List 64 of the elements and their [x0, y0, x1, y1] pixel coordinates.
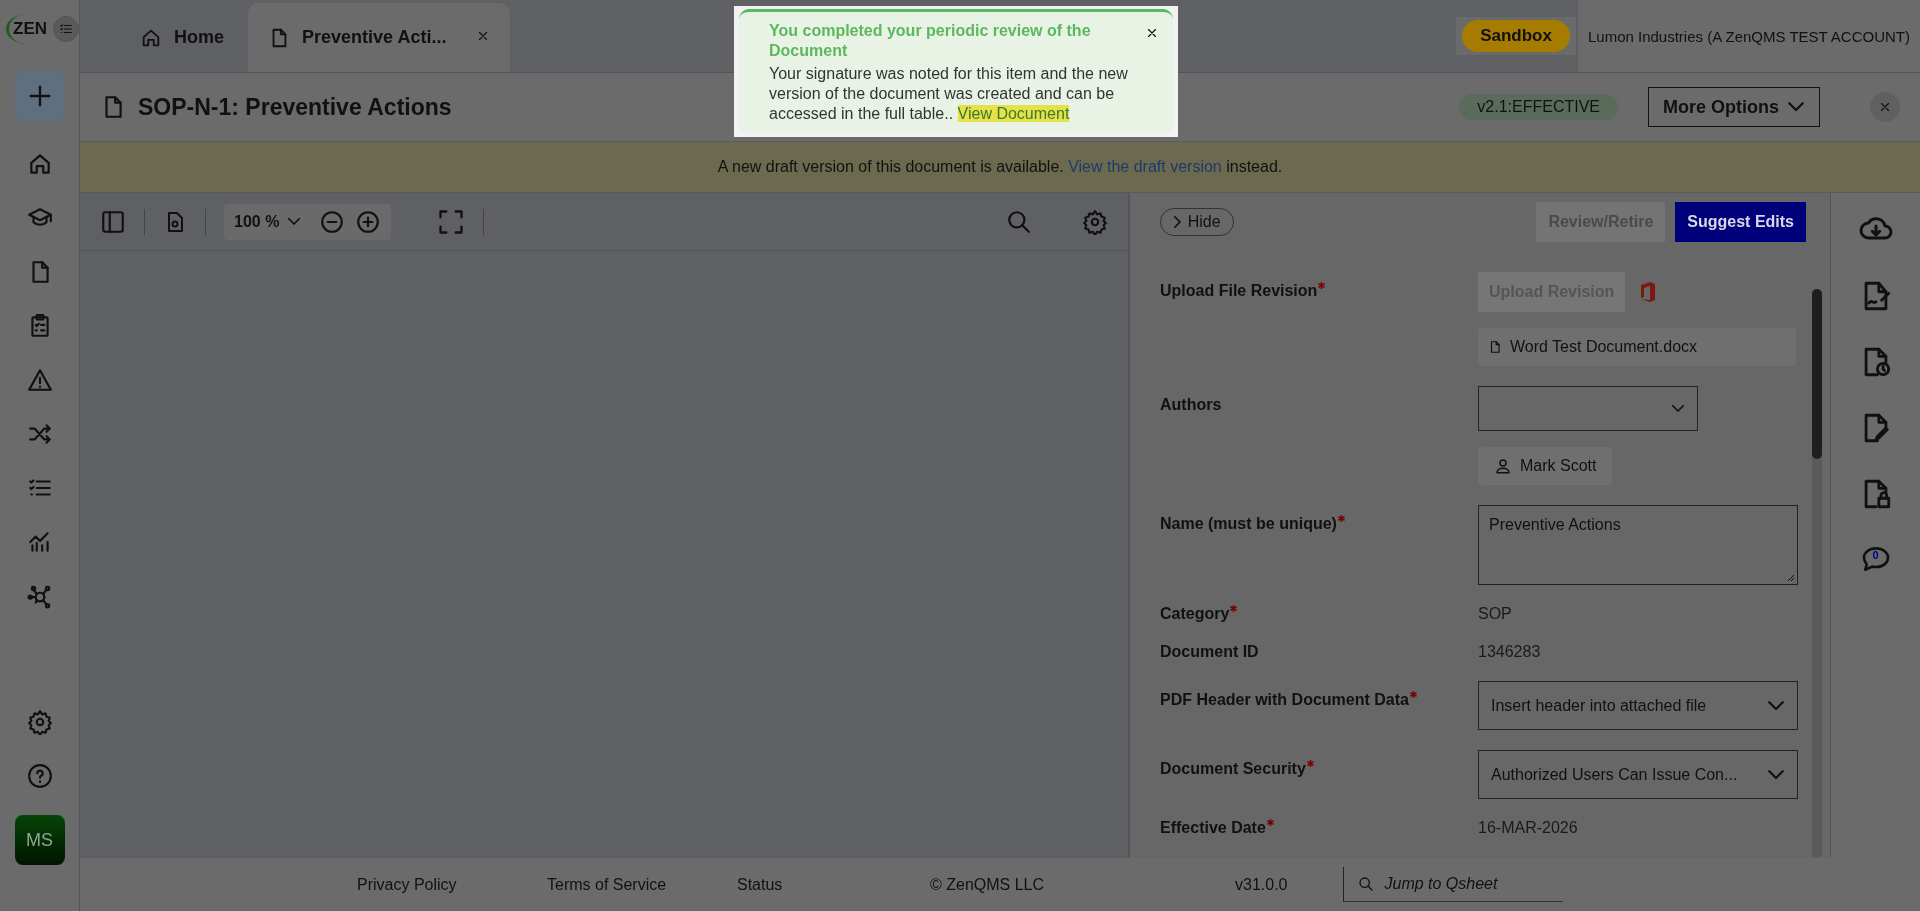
logo[interactable]: ZEN	[6, 14, 47, 44]
comment-count: 0	[1871, 549, 1880, 561]
help-icon[interactable]	[26, 763, 53, 789]
copyright: © ZenQMS LLC	[930, 875, 1046, 894]
chevron-down-icon	[1671, 404, 1685, 413]
menu-button[interactable]	[53, 16, 79, 42]
warning-icon[interactable]	[26, 367, 53, 393]
footer-link[interactable]: Terms of Service	[547, 875, 737, 894]
draft-notice: A new draft version of this document is available. View the draft version instead.	[717, 158, 1283, 176]
chevron-down-icon	[287, 217, 302, 226]
field-label: Document ID	[1160, 643, 1260, 661]
field-label: Document Security	[1160, 750, 1478, 799]
status-badge: v2.1:EFFECTIVE	[1459, 94, 1618, 120]
network-hub-icon[interactable]	[26, 583, 53, 609]
shuffle-icon[interactable]	[26, 421, 53, 447]
dropdown-field[interactable]: Insert header into attached file	[1478, 681, 1798, 730]
field-value: 16-MAR-2026	[1478, 819, 1578, 837]
file-icon	[1488, 340, 1502, 354]
toast-title: You completed your periodic review of the Document	[769, 21, 1092, 61]
attached-file[interactable]: Word Test Document.docx	[1478, 328, 1796, 366]
field-value: SOP	[1478, 605, 1512, 623]
settings-icon[interactable]	[26, 709, 53, 735]
action-button[interactable]: Suggest Edits	[1675, 201, 1806, 242]
user-avatar[interactable]: MS	[14, 815, 65, 865]
sidebar-toggle-icon[interactable]	[100, 208, 126, 235]
footer-link[interactable]: Status	[737, 875, 930, 894]
resize-grip-icon[interactable]	[1787, 574, 1795, 582]
office-icon	[1639, 281, 1658, 303]
environment-badge: Sandbox	[1462, 20, 1570, 52]
chevron-down-icon	[1767, 699, 1785, 712]
authors-select[interactable]	[1478, 386, 1698, 431]
zoom-out-icon[interactable]	[319, 208, 346, 235]
create-button[interactable]	[14, 71, 65, 121]
field-label: Upload File Revision	[1160, 272, 1478, 366]
close-button[interactable]	[1145, 26, 1159, 40]
chevron-right-icon	[1173, 214, 1182, 229]
zoom-in-icon[interactable]	[355, 208, 382, 235]
settings-icon[interactable]	[1082, 208, 1108, 235]
field-label: Name (must be unique)	[1160, 505, 1478, 585]
fullscreen-icon[interactable]	[437, 207, 466, 236]
close-icon	[1878, 100, 1892, 114]
search-icon	[1358, 876, 1375, 892]
qsheet-search-field[interactable]: Jump to Qsheet	[1382, 874, 1557, 894]
field-label: Effective Date	[1160, 819, 1478, 837]
document-title: SOP-N-1: Preventive Actions	[138, 93, 452, 121]
footer-link[interactable]: Privacy Policy	[357, 875, 547, 894]
dropdown-field[interactable]: Authorized Users Can Issue Con...	[1478, 750, 1798, 799]
chevron-down-icon	[1787, 101, 1805, 113]
close-icon	[1145, 26, 1159, 40]
field-label: PDF Header with Document Data	[1160, 681, 1478, 730]
field-label: Authors	[1160, 395, 1223, 415]
draft-link[interactable]: View the draft version	[1068, 158, 1222, 175]
author-chip[interactable]: Mark Scott	[1478, 447, 1613, 485]
tab[interactable]: Home	[120, 3, 244, 72]
version: v31.0.0	[1235, 875, 1288, 894]
search-icon[interactable]	[1006, 208, 1032, 235]
tab[interactable]: Preventive Acti...	[248, 3, 511, 72]
field-label: Category	[1160, 605, 1478, 623]
chevron-down-icon	[1767, 768, 1785, 781]
field-value: 1346283	[1478, 643, 1541, 661]
scrollbar[interactable]	[1812, 289, 1822, 459]
name-field[interactable]: Preventive Actions	[1478, 505, 1798, 585]
more-options-button[interactable]: More Options	[1648, 87, 1820, 127]
person-icon	[1494, 457, 1512, 475]
